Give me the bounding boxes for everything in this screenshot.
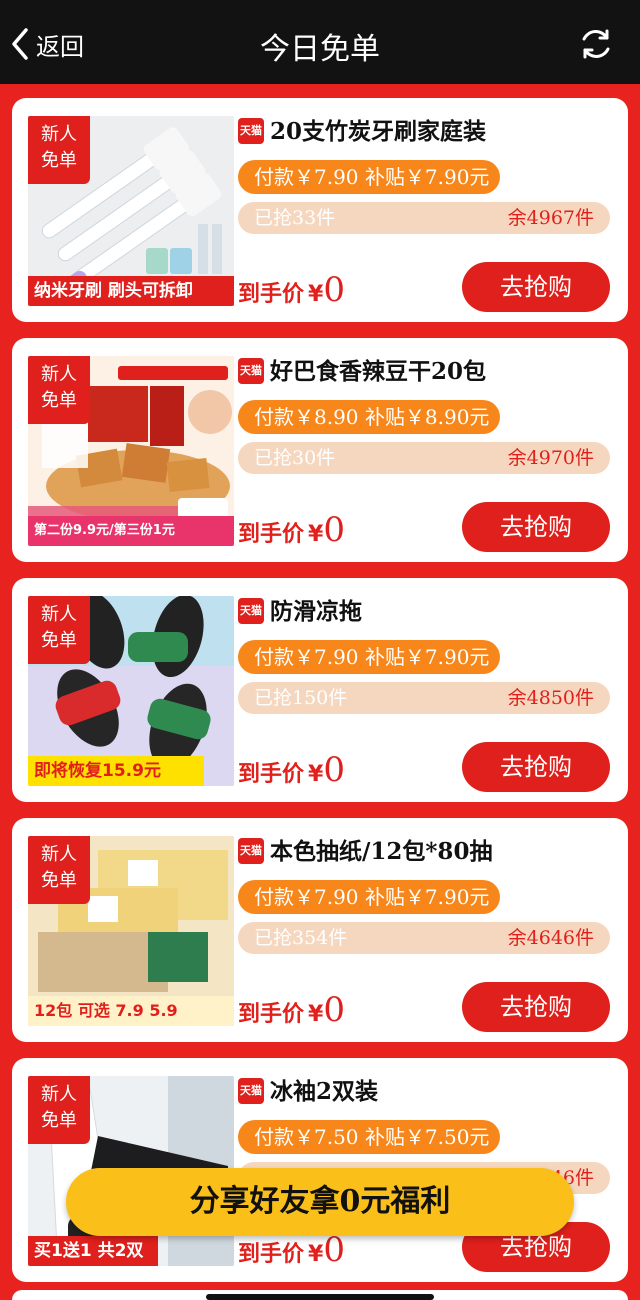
grabbed-count: 已抢30件 xyxy=(254,447,336,469)
remaining-count: 余4850件 xyxy=(507,687,594,709)
new-user-badge: 新人 免单 xyxy=(28,1076,90,1144)
remaining-count: 余4970件 xyxy=(507,447,594,469)
final-price-label: 到手价 xyxy=(238,522,305,547)
product-image[interactable]: 新人 免单 12包 可选 7.9 5.9 xyxy=(28,836,234,1026)
product-card[interactable]: 新人 免单 第二份9.9元/第三份1元 天猫 好巴食香辣豆干20包 付款￥8.9… xyxy=(12,338,628,562)
final-price-value: 0 xyxy=(323,1230,345,1270)
product-card[interactable]: 新人 免单 即将恢复15.9元 天猫 防滑凉拖 付款￥7.90 补贴￥7.90元… xyxy=(12,578,628,802)
page-title: 今日免单 xyxy=(260,32,380,67)
navigation-bar: 返回 今日免单 xyxy=(0,0,640,84)
price-subsidy-pill: 付款￥7.90 补贴￥7.90元 xyxy=(238,880,500,914)
grabbed-count: 已抢33件 xyxy=(254,207,336,229)
product-image[interactable]: 新人 免单 纳米牙刷 刷头可拆卸 xyxy=(28,116,234,306)
currency-symbol: ¥ xyxy=(308,1242,324,1267)
buy-button[interactable]: 去抢购 xyxy=(462,742,610,792)
buy-button[interactable]: 去抢购 xyxy=(462,982,610,1032)
buy-button[interactable]: 去抢购 xyxy=(462,502,610,552)
currency-symbol: ¥ xyxy=(308,282,324,307)
remaining-count: 余4646件 xyxy=(507,927,594,949)
final-price: 到手价 ¥0 xyxy=(238,990,345,1030)
new-user-badge: 新人 免单 xyxy=(28,116,90,184)
thumb-caption: 买1送1 共2双 xyxy=(28,1236,158,1266)
new-user-badge: 新人 免单 xyxy=(28,596,90,664)
currency-symbol: ¥ xyxy=(308,1002,324,1027)
final-price: 到手价 ¥0 xyxy=(238,750,345,790)
remaining-count: 余4967件 xyxy=(507,207,594,229)
grabbed-count: 已抢354件 xyxy=(254,927,348,949)
tmall-icon: 天猫 xyxy=(238,1078,264,1104)
share-friends-button[interactable]: 分享好友拿0元福利 xyxy=(66,1168,574,1236)
price-subsidy-pill: 付款￥7.90 补贴￥7.90元 xyxy=(238,160,500,194)
final-price: 到手价 ¥0 xyxy=(238,510,345,550)
grabbed-count: 已抢150件 xyxy=(254,687,348,709)
final-price-label: 到手价 xyxy=(238,1242,305,1267)
stock-bar: 已抢354件 余4646件 xyxy=(238,922,610,954)
stock-bar: 已抢30件 余4970件 xyxy=(238,442,610,474)
thumb-caption: 纳米牙刷 刷头可拆卸 xyxy=(28,276,234,306)
stock-bar: 已抢150件 余4850件 xyxy=(238,682,610,714)
new-user-badge: 新人 免单 xyxy=(28,836,90,904)
product-image[interactable]: 新人 免单 即将恢复15.9元 xyxy=(28,596,234,786)
home-indicator xyxy=(206,1294,434,1300)
product-card[interactable]: 新人 免单 12包 可选 7.9 5.9 天猫 本色抽纸/12包*80抽 付款￥… xyxy=(12,818,628,1042)
final-price-value: 0 xyxy=(323,510,345,550)
product-title[interactable]: 防滑凉拖 xyxy=(270,592,362,626)
buy-button[interactable]: 去抢购 xyxy=(462,262,610,312)
product-card[interactable]: 新人 免单 纳米牙刷 刷头可拆卸 天猫 20支竹炭牙刷家庭装 付款￥7.90 补… xyxy=(12,98,628,322)
product-title[interactable]: 本色抽纸/12包*80抽 xyxy=(270,832,492,866)
currency-symbol: ¥ xyxy=(308,522,324,547)
price-subsidy-pill: 付款￥7.90 补贴￥7.90元 xyxy=(238,640,500,674)
final-price-label: 到手价 xyxy=(238,1002,305,1027)
tmall-icon: 天猫 xyxy=(238,598,264,624)
product-title[interactable]: 冰袖2双装 xyxy=(270,1072,378,1106)
thumb-caption: 即将恢复15.9元 xyxy=(28,756,204,786)
tmall-icon: 天猫 xyxy=(238,118,264,144)
new-user-badge: 新人 免单 xyxy=(28,356,90,424)
final-price: 到手价 ¥0 xyxy=(238,270,345,310)
tmall-icon: 天猫 xyxy=(238,838,264,864)
product-image[interactable]: 新人 免单 第二份9.9元/第三份1元 xyxy=(28,356,234,546)
final-price: 到手价 ¥0 xyxy=(238,1230,345,1270)
thumb-caption: 12包 可选 7.9 5.9 xyxy=(28,996,234,1026)
currency-symbol: ¥ xyxy=(308,762,324,787)
refresh-icon[interactable] xyxy=(578,26,614,62)
tmall-icon: 天猫 xyxy=(238,358,264,384)
stock-bar: 已抢33件 余4967件 xyxy=(238,202,610,234)
thumb-caption: 第二份9.9元/第三份1元 xyxy=(28,516,234,546)
final-price-value: 0 xyxy=(323,990,345,1030)
final-price-value: 0 xyxy=(323,270,345,310)
product-title[interactable]: 20支竹炭牙刷家庭装 xyxy=(270,112,486,146)
final-price-label: 到手价 xyxy=(238,282,305,307)
final-price-label: 到手价 xyxy=(238,762,305,787)
product-title[interactable]: 好巴食香辣豆干20包 xyxy=(270,352,486,386)
final-price-value: 0 xyxy=(323,750,345,790)
price-subsidy-pill: 付款￥7.50 补贴￥7.50元 xyxy=(238,1120,500,1154)
price-subsidy-pill: 付款￥8.90 补贴￥8.90元 xyxy=(238,400,500,434)
